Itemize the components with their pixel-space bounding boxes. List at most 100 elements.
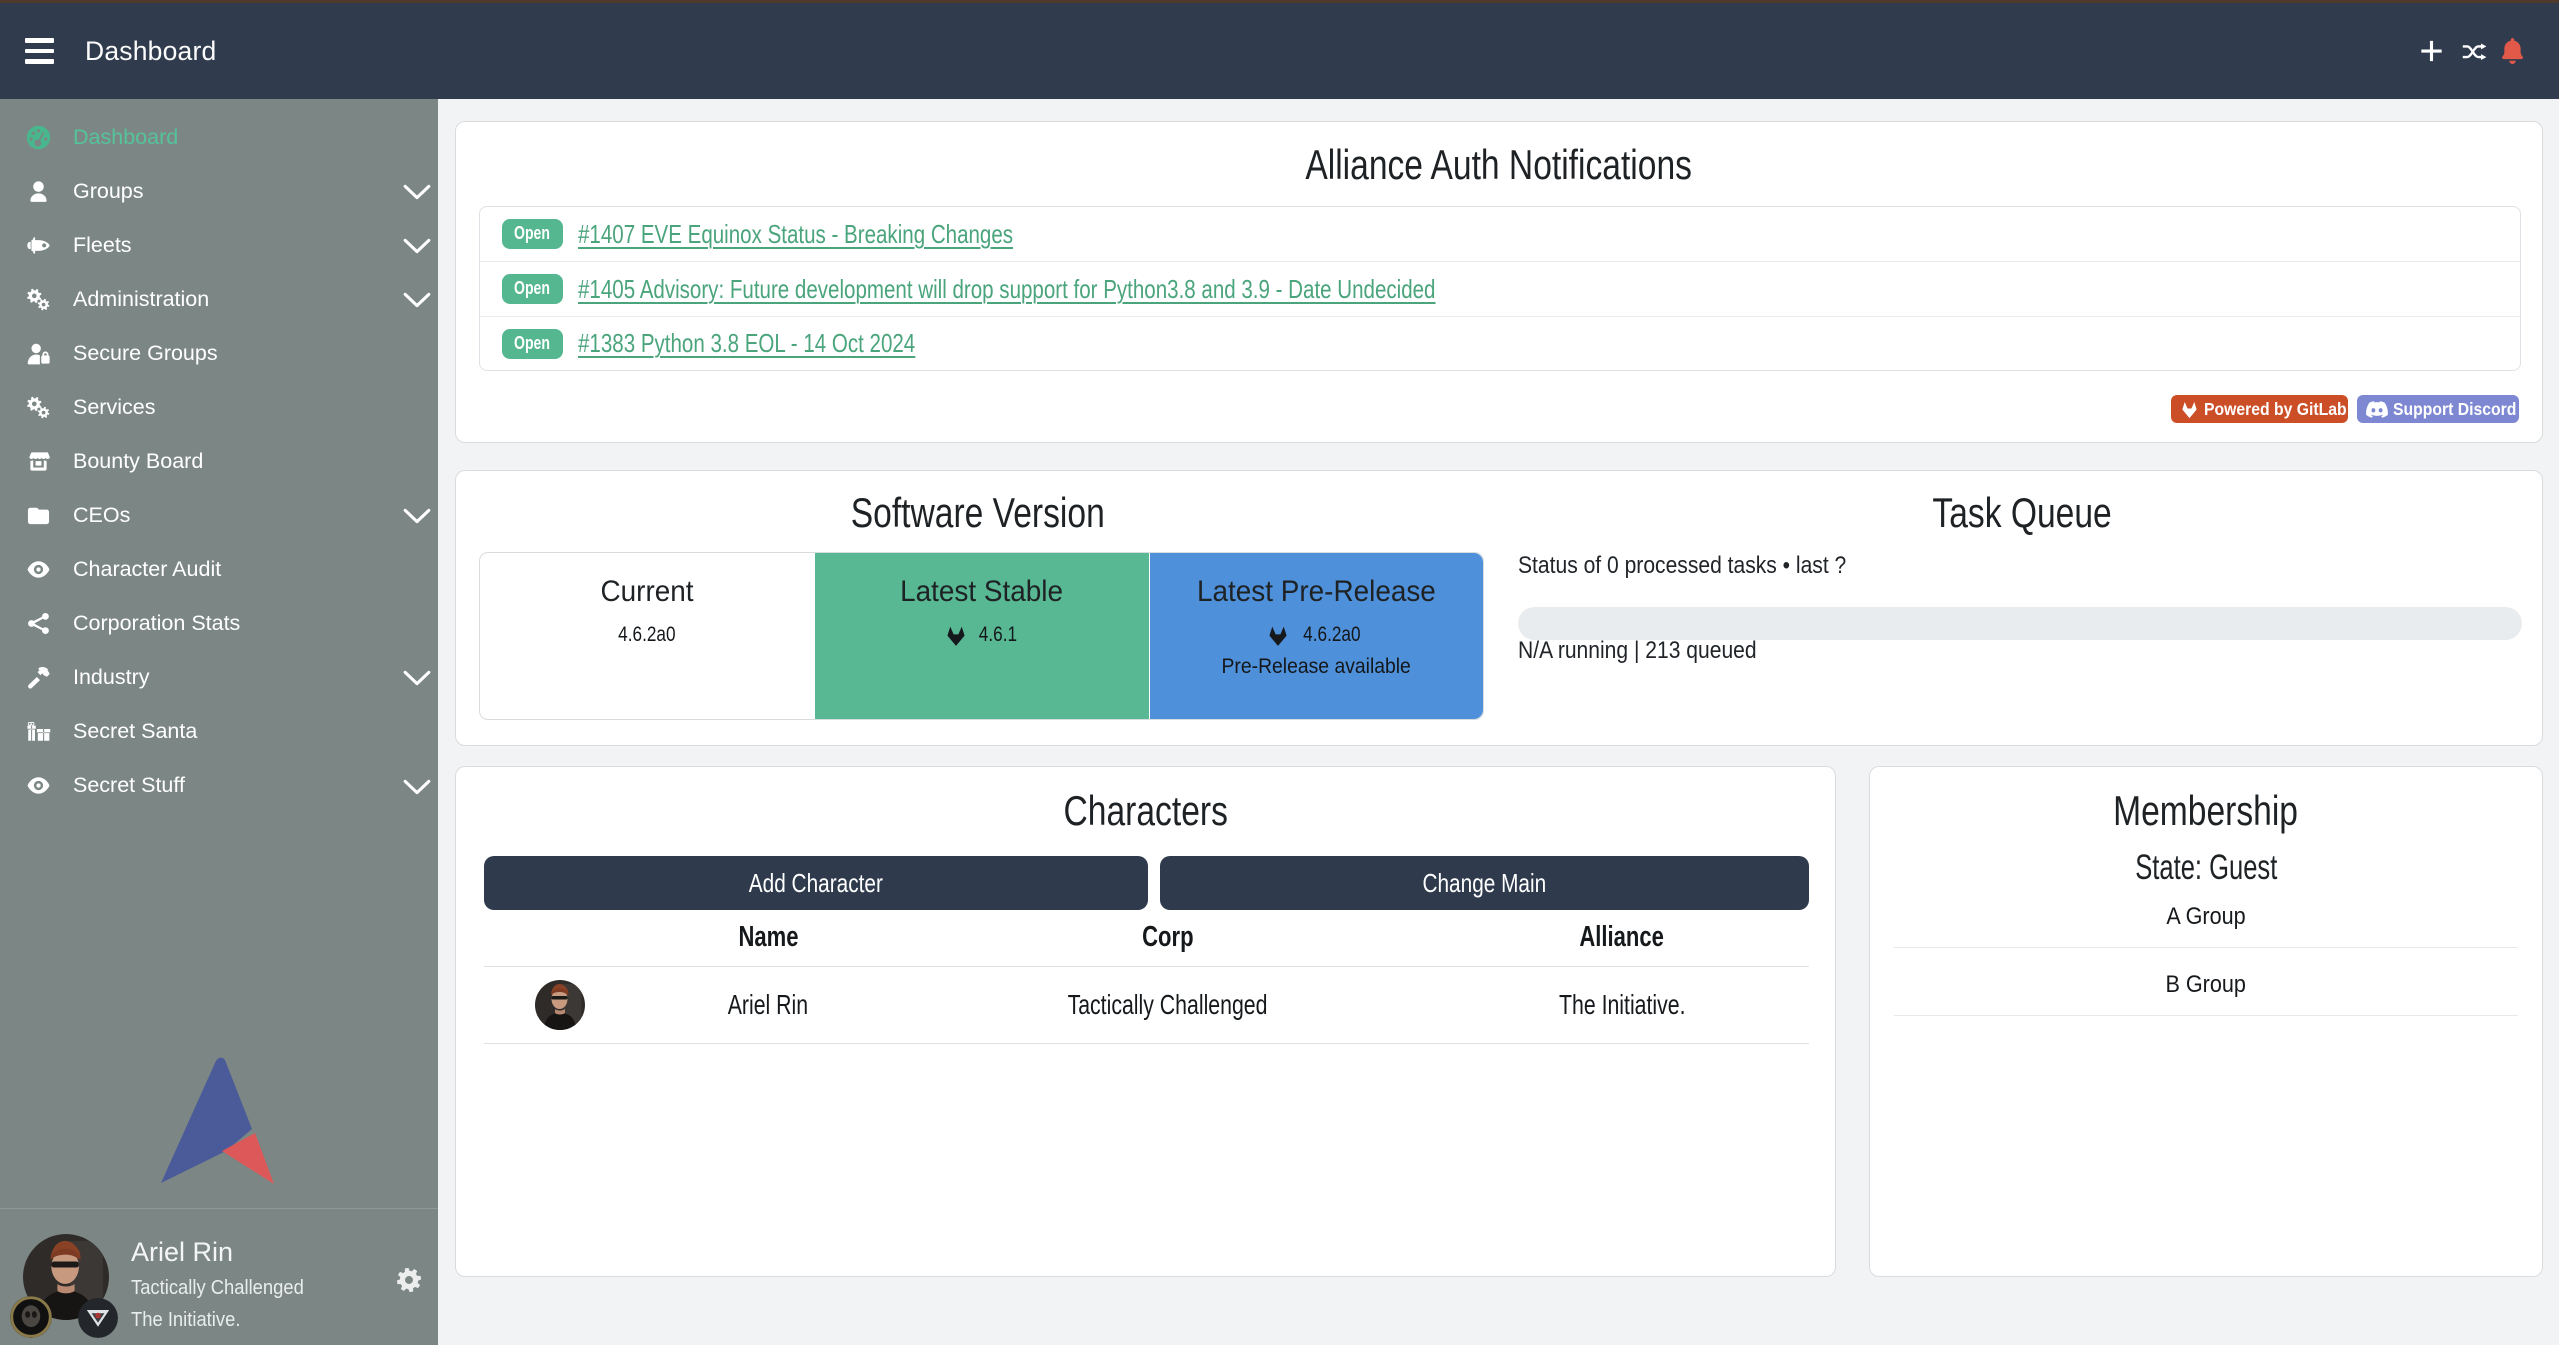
task-queue-status: Status of 0 processed tasks • last ?	[1518, 552, 1900, 580]
version-value: 4.6.2a0	[480, 622, 814, 647]
status-badge: Open	[502, 219, 563, 249]
sidebar-item-character-audit[interactable]: Character Audit	[0, 542, 438, 596]
powered-by-gitlab-badge[interactable]: Powered by GitLab	[2171, 395, 2348, 423]
add-character-icon[interactable]	[2419, 39, 2444, 64]
notifications-card: Alliance Auth Notifications Open #1407 EV…	[455, 121, 2543, 443]
eye-icon	[24, 556, 52, 582]
sidebar-item-secure-groups[interactable]: Secure Groups	[0, 326, 438, 380]
membership-group: B Group	[1894, 948, 2518, 1016]
notifications-list: Open #1407 EVE Equinox Status - Breaking …	[479, 206, 2521, 371]
user-corp: Tactically Challenged	[131, 1277, 319, 1300]
user-info: Ariel Rin Tactically Challenged The Init…	[131, 1237, 319, 1332]
version-value: 4.6.2a0	[1150, 622, 1483, 647]
version-column-blue: Latest Pre-Release 4.6.2a0 Pre-Release ava…	[1149, 553, 1483, 719]
gauge-icon	[24, 124, 52, 150]
shuttle-icon	[24, 232, 52, 258]
sidebar-item-industry[interactable]: Industry	[0, 650, 438, 704]
chevron-down-icon	[400, 282, 434, 316]
user-settings-gear-icon[interactable]	[396, 1267, 422, 1293]
gears-icon	[24, 394, 52, 420]
gitlab-fox-icon	[943, 623, 969, 647]
sidebar-item-dashboard[interactable]: Dashboard	[0, 110, 438, 164]
gears-icon	[24, 286, 52, 312]
alliance-logo-badge	[78, 1298, 118, 1338]
corp-logo-badge	[10, 1296, 52, 1338]
alliance-logo	[0, 1057, 438, 1208]
main-content: Alliance Auth Notifications Open #1407 EV…	[438, 99, 2559, 1345]
membership-group: A Group	[1894, 880, 2518, 948]
version-column-white: Current 4.6.2a0	[480, 553, 814, 719]
notifications-title: Alliance Auth Notifications	[456, 143, 2542, 187]
sidebar-item-corporation-stats[interactable]: Corporation Stats	[0, 596, 438, 650]
version-column-label: Latest Stable	[815, 575, 1148, 609]
footer-badges: Powered by GitLab Support Discord	[2171, 395, 2519, 423]
sidebar-item-bounty-board[interactable]: Bounty Board	[0, 434, 438, 488]
notification-link[interactable]: #1407 EVE Equinox Status - Breaking Chan…	[578, 219, 1013, 250]
user-panel[interactable]: Ariel Rin Tactically Challenged The Init…	[0, 1208, 438, 1345]
sidebar-item-administration[interactable]: Administration	[0, 272, 438, 326]
sidebar: DashboardGroupsFleetsAdministrationSecur…	[0, 99, 438, 1345]
menu-toggle-icon[interactable]	[25, 38, 54, 64]
sidebar-item-services[interactable]: Services	[0, 380, 438, 434]
version-comparison: Current 4.6.2a0Latest Stable 4.6.1Latest P…	[479, 552, 1484, 720]
task-queue-progressbar	[1518, 607, 2522, 640]
navbar-actions	[2419, 39, 2525, 64]
status-badge: Open	[502, 329, 563, 359]
notifications-bell-icon[interactable]	[2500, 39, 2525, 64]
col-portrait	[484, 910, 636, 967]
eye-icon	[24, 773, 52, 799]
version-column-label: Current	[480, 575, 814, 609]
notification-link[interactable]: #1383 Python 3.8 EOL - 14 Oct 2024	[578, 328, 915, 359]
chevron-down-icon	[400, 498, 434, 532]
change-main-shuffle-icon[interactable]	[2462, 39, 2487, 64]
col-name: Name	[636, 910, 900, 967]
add-character-button[interactable]: Add Character	[484, 856, 1148, 910]
share-icon	[24, 610, 52, 636]
user-name: Ariel Rin	[131, 1237, 319, 1268]
user-lock-icon	[24, 340, 52, 366]
character-name: Ariel Rin	[636, 967, 900, 1044]
notification-row: Open #1405 Advisory: Future development w…	[480, 262, 2520, 317]
notification-row: Open #1407 EVE Equinox Status - Breaking …	[480, 207, 2520, 262]
membership-title: Membership	[1870, 789, 2542, 833]
characters-card: Characters Add Character Change Main Nam…	[455, 766, 1836, 1277]
character-corp: Tactically Challenged	[900, 967, 1435, 1044]
chevron-down-icon	[400, 174, 434, 208]
task-queue-summary: N/A running | 213 queued	[1518, 637, 1795, 665]
status-badge: Open	[502, 274, 563, 304]
sidebar-item-secret-santa[interactable]: Secret Santa	[0, 705, 438, 759]
sidebar-item-secret-stuff[interactable]: Secret Stuff	[0, 759, 438, 813]
chevron-down-icon	[400, 660, 434, 694]
sidebar-item-fleets[interactable]: Fleets	[0, 218, 438, 272]
sidebar-menu: DashboardGroupsFleetsAdministrationSecur…	[0, 99, 438, 813]
support-discord-badge[interactable]: Support Discord	[2357, 395, 2519, 423]
version-column-green: Latest Stable 4.6.1	[814, 553, 1148, 719]
user-icon	[24, 178, 52, 204]
top-navbar: Dashboard	[0, 3, 2559, 99]
task-queue-title: Task Queue	[1500, 491, 2544, 535]
sidebar-item-groups[interactable]: Groups	[0, 164, 438, 218]
version-column-label: Latest Pre-Release	[1150, 575, 1483, 609]
version-value: 4.6.1	[815, 622, 1148, 647]
software-version-task-queue-card: Software Version Task Queue Current 4.6.2…	[455, 470, 2543, 746]
version-note: Pre-Release available	[1150, 654, 1483, 679]
character-alliance: The Initiative.	[1435, 967, 1809, 1044]
notification-link[interactable]: #1405 Advisory: Future development will …	[578, 274, 1435, 305]
character-portrait	[535, 980, 585, 1030]
chevron-down-icon	[400, 228, 434, 262]
gitlab-fox-icon	[1265, 623, 1291, 647]
hammer-icon	[24, 664, 52, 690]
character-row: Ariel RinTactically ChallengedThe Initia…	[484, 967, 1809, 1044]
software-version-title: Software Version	[456, 491, 1500, 535]
user-alliance: The Initiative.	[131, 1309, 319, 1332]
window-top-edge	[0, 0, 2559, 3]
store-icon	[24, 448, 52, 474]
col-alliance: Alliance	[1435, 910, 1809, 967]
sidebar-item-ceos[interactable]: CEOs	[0, 488, 438, 542]
page-title: Dashboard	[85, 36, 216, 67]
user-avatar	[23, 1234, 109, 1320]
gifts-icon	[24, 719, 52, 745]
characters-buttons: Add Character Change Main	[484, 856, 1809, 910]
change-main-button[interactable]: Change Main	[1160, 856, 1809, 910]
chevron-down-icon	[400, 769, 434, 803]
